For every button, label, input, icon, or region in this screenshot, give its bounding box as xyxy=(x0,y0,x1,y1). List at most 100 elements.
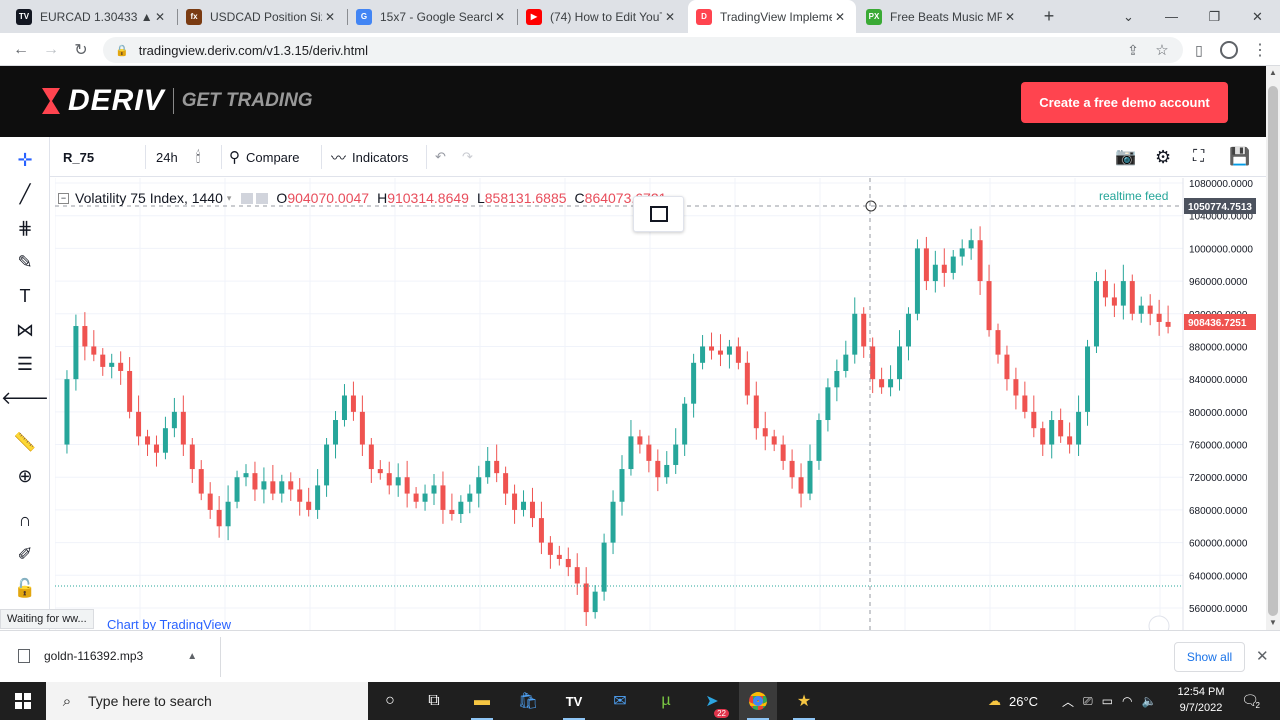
forward-icon[interactable]: → xyxy=(38,37,64,63)
lock-pencil-icon[interactable]: ✐ xyxy=(10,539,40,569)
create-demo-account-button[interactable]: Create a free demo account xyxy=(1021,82,1228,123)
candle-body xyxy=(109,362,115,367)
save-icon[interactable]: 💾 xyxy=(1229,137,1250,177)
mail-icon[interactable]: ✉ xyxy=(601,682,639,720)
taskbar-search-box[interactable]: ⌕ Type here to search xyxy=(46,682,368,720)
object-tree-floating-button[interactable] xyxy=(633,196,684,232)
price-chart[interactable]: 1080000.0000 1040000.0000 1000000.0000 9600… xyxy=(55,178,1266,630)
deriv-logo[interactable]: DERIV GET TRADING xyxy=(38,84,313,118)
fib-tool-icon[interactable]: ⋕ xyxy=(10,213,40,243)
new-tab-button[interactable]: + xyxy=(1036,0,1062,33)
browser-tab[interactable]: fx USDCAD Position Size ✕ xyxy=(178,0,346,33)
back-arrow-icon[interactable]: 🡐 xyxy=(1,383,49,413)
scrollbar-thumb[interactable] xyxy=(1268,86,1278,616)
maximize-icon[interactable]: ❐ xyxy=(1193,0,1236,33)
file-explorer-icon[interactable]: ▬ xyxy=(463,682,501,720)
candle-body xyxy=(297,489,303,502)
profile-avatar[interactable] xyxy=(1216,37,1242,63)
telegram-icon[interactable]: ➤ 22 xyxy=(693,682,731,720)
interval-selector[interactable]: 24h xyxy=(156,137,178,177)
system-clock[interactable]: 12:54 PM 9/7/2022 xyxy=(1172,684,1230,716)
symbol-search[interactable]: R_75 xyxy=(63,137,143,177)
network-adapter-icon[interactable]: ⎚ xyxy=(1083,694,1093,709)
indicators-button[interactable]: 〰 Indicators xyxy=(331,137,408,177)
download-item[interactable]: goldn-116392.mp3 ▲ xyxy=(18,649,197,663)
menu-icon[interactable]: ⋮ xyxy=(1247,37,1273,63)
tab-close-icon[interactable]: ✕ xyxy=(152,10,168,24)
browser-tab[interactable]: TV EURCAD 1.30433 ▲ + ✕ xyxy=(8,0,176,33)
browser-tab[interactable]: G 15x7 - Google Search ✕ xyxy=(348,0,516,33)
close-window-icon[interactable]: ✕ xyxy=(1236,0,1279,33)
share-icon[interactable]: ⇪ xyxy=(1120,37,1146,63)
scroll-up-icon[interactable]: ▲ xyxy=(1269,68,1277,77)
reload-icon[interactable]: ↻ xyxy=(68,37,94,63)
close-icon[interactable]: ✕ xyxy=(1256,647,1269,665)
chevron-up-tray-icon[interactable]: ︿ xyxy=(1062,693,1074,710)
candle-body xyxy=(476,477,482,494)
tab-close-icon[interactable]: ✕ xyxy=(662,10,678,24)
trendline-icon[interactable]: ╱ xyxy=(10,179,40,209)
tab-close-icon[interactable]: ✕ xyxy=(1002,10,1018,24)
back-icon[interactable]: ← xyxy=(8,37,34,63)
settings-small-icon[interactable] xyxy=(256,192,269,204)
magnet-icon[interactable]: ∩ xyxy=(10,505,40,535)
browser-tab[interactable]: ▶ (74) How to Edit YouT ✕ xyxy=(518,0,686,33)
show-all-button[interactable]: Show all xyxy=(1174,642,1245,672)
volume-icon[interactable]: 🔈 xyxy=(1141,694,1156,708)
chrome-icon[interactable] xyxy=(739,682,777,720)
scroll-down-icon[interactable]: ▼ xyxy=(1269,618,1277,627)
candle-body xyxy=(1093,281,1099,347)
ruler-icon[interactable]: 📏 xyxy=(10,427,40,457)
task-view-icon[interactable]: ⧉ xyxy=(415,682,453,720)
sidepanel-icon[interactable]: ▯ xyxy=(1186,37,1212,63)
text-tool-icon[interactable]: T xyxy=(10,281,40,311)
zoom-in-icon[interactable]: ⊕ xyxy=(10,461,40,491)
windows-start-icon[interactable] xyxy=(0,682,46,720)
candle-body xyxy=(73,326,79,380)
tab-close-icon[interactable]: ✕ xyxy=(492,10,508,24)
redo-button[interactable]: ↷ xyxy=(462,137,473,177)
wifi-icon[interactable]: ◠ xyxy=(1122,694,1132,708)
legend-collapse-icon[interactable]: − xyxy=(58,192,69,204)
chart-type-button[interactable]: 🕯 xyxy=(196,137,206,177)
browser-tab[interactable]: PX Free Beats Music MP3 ✕ xyxy=(858,0,1026,33)
tab-favicon-icon: ▶ xyxy=(526,8,542,25)
candlestick-chart[interactable]: 1080000.00001040000.00001000000.00009600… xyxy=(55,178,1266,630)
compare-button[interactable]: ⚲ Compare xyxy=(229,137,299,177)
candle-body xyxy=(726,346,732,355)
candle-body xyxy=(458,501,464,515)
tab-close-icon[interactable]: ✕ xyxy=(322,10,338,24)
cortana-icon[interactable]: ○ xyxy=(371,682,409,720)
candle-body xyxy=(324,444,330,486)
battery-icon[interactable]: ▭ xyxy=(1102,694,1113,708)
notifications-icon[interactable]: 🗨 2 xyxy=(1240,690,1260,711)
chevron-up-icon[interactable]: ▲ xyxy=(187,651,197,662)
fullscreen-icon[interactable]: ⛶ xyxy=(1193,137,1204,177)
utorrent-icon[interactable]: µ xyxy=(647,682,685,720)
tab-close-icon[interactable]: ✕ xyxy=(832,10,848,24)
crosshair-icon[interactable]: ✛ xyxy=(10,145,40,175)
store-icon[interactable]: 🛍 xyxy=(509,682,547,720)
undo-button[interactable]: ↶ xyxy=(435,137,446,177)
tab-search-icon[interactable]: ⌄ xyxy=(1107,0,1150,33)
candle-body xyxy=(995,330,1001,355)
bookmark-star-icon[interactable]: ☆ xyxy=(1149,37,1175,63)
browser-tab[interactable]: D TradingView Impleme ✕ xyxy=(688,0,856,33)
download-divider xyxy=(220,637,221,677)
weather-widget[interactable]: ☁ 26°C xyxy=(988,682,1038,720)
screenshot-camera-icon[interactable]: 📷 xyxy=(1115,137,1136,177)
eye-icon[interactable] xyxy=(241,192,254,204)
candle-body xyxy=(959,248,965,257)
prediction-tool-icon[interactable]: ☰ xyxy=(10,349,40,379)
pattern-tool-icon[interactable]: ⋈ xyxy=(10,315,40,345)
url-field[interactable]: 🔒 tradingview.deriv.com/v1.3.15/deriv.ht… xyxy=(103,37,1183,63)
chevron-down-icon[interactable]: ▾ xyxy=(227,193,232,204)
lock-drawings-icon[interactable]: 🔓 xyxy=(10,573,40,603)
page-scrollbar[interactable]: ▲ ▼ xyxy=(1266,66,1280,630)
media-app-icon[interactable]: ★ xyxy=(785,682,823,720)
candle-body xyxy=(637,436,643,445)
minimize-icon[interactable]: — xyxy=(1150,0,1193,33)
tradingview-app-icon[interactable]: TV xyxy=(555,682,593,720)
brush-icon[interactable]: ✎ xyxy=(10,247,40,277)
settings-gear-icon[interactable]: ⚙ xyxy=(1155,137,1171,177)
